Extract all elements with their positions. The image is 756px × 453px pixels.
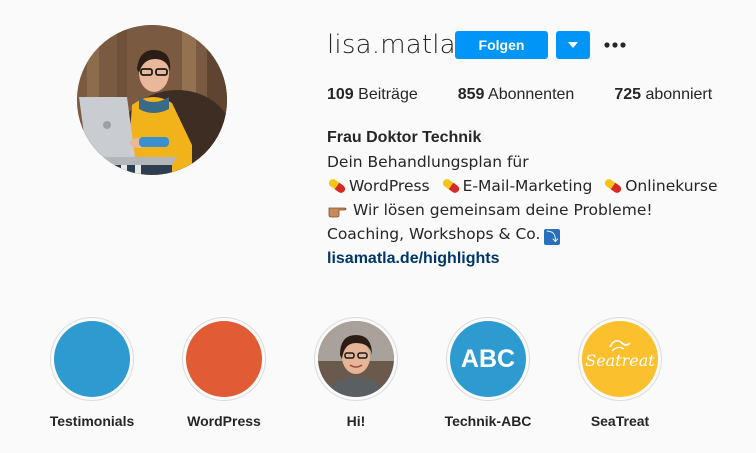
chevron-down-icon xyxy=(568,42,578,48)
bio-topic-1: WordPress xyxy=(349,177,430,195)
profile-avatar[interactable] xyxy=(77,25,227,175)
followers-count: 859 xyxy=(457,86,485,103)
highlight-ring xyxy=(182,317,266,401)
highlight-label: Hi! xyxy=(346,413,366,429)
highlight-wordpress[interactable]: WordPress xyxy=(169,317,279,429)
highlight-ring xyxy=(314,317,398,401)
bio-line-3: Wir lösen gemeinsam deine Probleme! xyxy=(327,198,747,222)
suggestions-dropdown-button[interactable] xyxy=(556,31,590,59)
follow-button[interactable]: Folgen xyxy=(455,31,548,59)
bio-topic-2: E-Mail-Marketing xyxy=(462,177,593,195)
profile-username: lisa.matla xyxy=(327,30,456,60)
bio-website-link[interactable]: lisamatla.de/highlights xyxy=(327,250,499,267)
highlight-label: SeaTreat xyxy=(590,413,650,429)
highlight-seatreat[interactable]: Seatreat SeaTreat xyxy=(565,317,675,429)
followers-label: Abonnenten xyxy=(488,86,575,103)
highlight-testimonials[interactable]: Testimonials xyxy=(37,317,147,429)
highlight-ring: ABC xyxy=(446,317,530,401)
pointing-hand-icon xyxy=(328,207,347,218)
posts-count: 109 xyxy=(327,86,354,103)
pill-icon xyxy=(605,179,622,193)
highlight-photo xyxy=(318,321,394,397)
pill-icon xyxy=(442,179,459,193)
more-icon xyxy=(604,42,626,48)
highlight-label: Testimonials xyxy=(49,413,135,429)
highlight-cover xyxy=(54,321,130,397)
posts-label: Beiträge xyxy=(358,86,418,103)
highlight-cover-text: Seatreat xyxy=(585,351,655,370)
highlight-ring: Seatreat xyxy=(578,317,662,401)
followers-stat[interactable]: 859 Abonnenten xyxy=(458,86,575,104)
highlight-label: Technik-ABC xyxy=(444,413,532,429)
highlight-technik-abc[interactable]: ABC Technik-ABC xyxy=(433,317,543,429)
bio-line-1: Dein Behandlungsplan für xyxy=(327,153,529,171)
highlight-cover: Seatreat xyxy=(582,321,658,397)
pill-icon xyxy=(328,179,346,193)
highlight-cover xyxy=(186,321,262,397)
profile-bio: Frau Doktor Technik Dein Behandlungsplan… xyxy=(327,126,747,271)
highlight-cover: ABC xyxy=(450,321,526,397)
following-label: abonniert xyxy=(645,86,713,103)
bio-line-3-text: Wir lösen gemeinsam deine Probleme! xyxy=(353,201,653,219)
down-arrow-icon: ⤵ xyxy=(544,229,561,245)
more-options-button[interactable] xyxy=(600,33,630,57)
bio-line-4-text: Coaching, Workshops & Co. xyxy=(327,225,541,243)
posts-stat: 109 Beiträge xyxy=(327,86,418,104)
highlight-ring xyxy=(50,317,134,401)
following-stat[interactable]: 725 abonniert xyxy=(614,86,712,104)
highlight-hi[interactable]: Hi! xyxy=(301,317,411,429)
bio-topic-3: Onlinekurse xyxy=(625,177,718,195)
bio-topics-line: WordPress E-Mail-Marketing Onlinekurse xyxy=(327,174,747,198)
bio-line-4: Coaching, Workshops & Co. ⤵ xyxy=(327,222,747,246)
highlight-label: WordPress xyxy=(187,413,261,429)
highlight-cover xyxy=(318,321,394,397)
profile-stats: 109 Beiträge 859 Abonnenten 725 abonnier… xyxy=(327,86,752,104)
highlight-cover-text: ABC xyxy=(460,345,516,373)
avatar-photo xyxy=(77,25,227,175)
bio-full-name: Frau Doktor Technik xyxy=(327,129,482,146)
following-count: 725 xyxy=(614,86,642,103)
